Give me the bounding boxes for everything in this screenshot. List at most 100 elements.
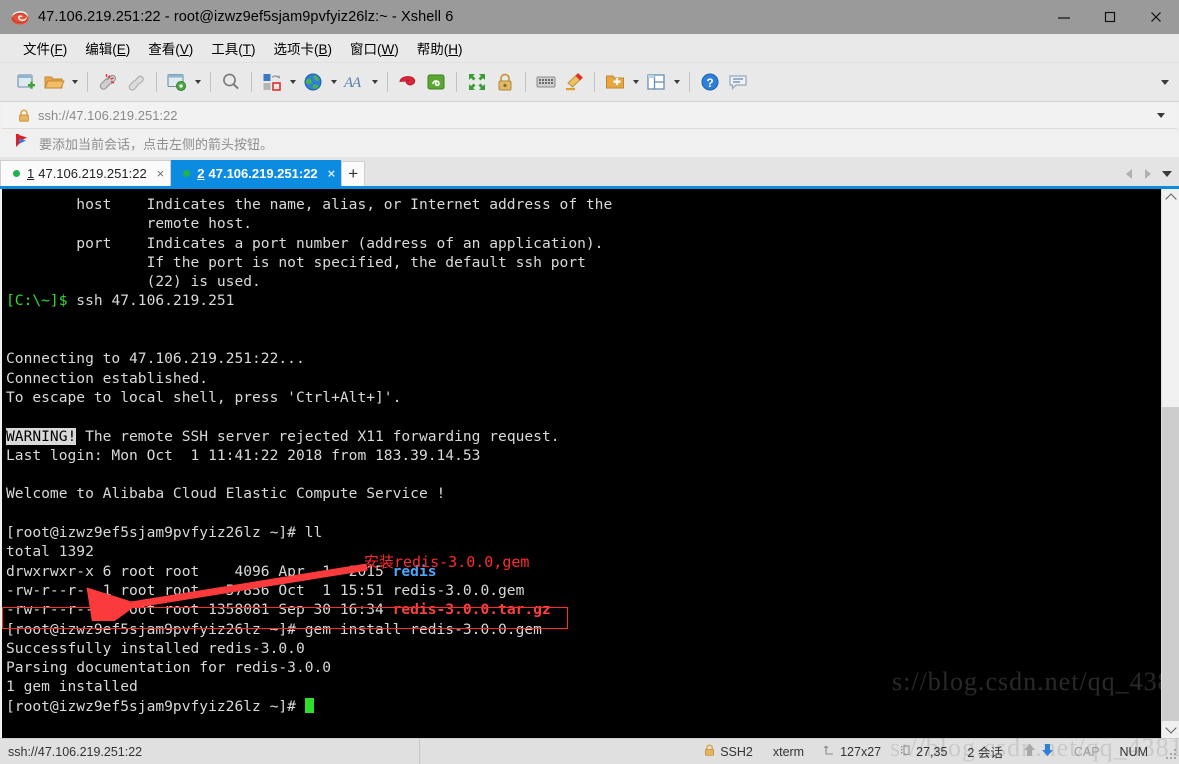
toolbar-separator: [525, 72, 526, 92]
terminal-text: WARNING!: [6, 427, 77, 445]
toolbar-overflow-button[interactable]: [1161, 63, 1169, 101]
tab-session-2[interactable]: 2 47.106.219.251:22 ×: [171, 160, 342, 186]
tab-session-1[interactable]: 1 47.106.219.251:22 ×: [0, 160, 172, 186]
terminal-text: total 1392: [6, 543, 94, 561]
font-caret[interactable]: [368, 68, 381, 96]
window-controls: [1041, 0, 1179, 34]
transfer-file-icon[interactable]: [258, 68, 286, 96]
terminal-area: host Indicates the name, alias, or Inter…: [0, 189, 1179, 738]
close-button[interactable]: [1133, 0, 1179, 34]
scroll-up-button[interactable]: [1162, 189, 1179, 206]
terminal-line: [root@izwz9ef5sjam9pvfyiz26lz ~]#: [6, 697, 1161, 716]
scrollbar-track[interactable]: [1162, 206, 1179, 721]
terminal-text: host Indicates the name, alias, or Inter…: [6, 196, 613, 213]
feedback-icon[interactable]: [724, 68, 752, 96]
add-to-folder-icon[interactable]: [601, 68, 629, 96]
toolbar-separator: [87, 72, 88, 92]
terminal-line: Successfully installed redis-3.0.0: [6, 639, 1161, 658]
scrollbar-thumb[interactable]: [1162, 406, 1179, 721]
globe-icon[interactable]: [299, 68, 327, 96]
terminal-line: To escape to local shell, press 'Ctrl+Al…: [6, 388, 1161, 407]
terminal-line: [root@izwz9ef5sjam9pvfyiz26lz ~]# ll: [6, 523, 1161, 542]
status-url: ssh://47.106.219.251:22: [0, 739, 420, 764]
menu-view[interactable]: 查看(V): [139, 35, 202, 61]
terminal-text: drwxrwxr-x 6 root root 4096 Apr 1 2015: [6, 562, 393, 580]
toolbar-separator: [594, 72, 595, 92]
terminal-text: redis: [392, 562, 437, 580]
layout-caret[interactable]: [670, 68, 683, 96]
tab-2-close-icon[interactable]: ×: [318, 167, 336, 180]
tab-1-label: 47.106.219.251:22: [38, 166, 147, 181]
find-icon[interactable]: [217, 68, 245, 96]
bookmark-flag-icon: [14, 132, 31, 154]
terminal-line: remote host.: [6, 214, 1161, 233]
terminal-line: (22) is used.: [6, 272, 1161, 291]
window-title: 47.106.219.251:22 - root@izwz9ef5sjam9pv…: [38, 9, 454, 25]
font-icon[interactable]: A A: [340, 68, 368, 96]
highlight-icon[interactable]: [560, 68, 588, 96]
terminal-line: -rw-r--r-- 1 root root 57856 Oct 1 15:51…: [6, 581, 1161, 600]
session-properties-icon[interactable]: [163, 68, 191, 96]
tab-1-close-icon[interactable]: ×: [147, 167, 165, 180]
terminal-text: To escape to local shell, press 'Ctrl+Al…: [6, 388, 402, 406]
lock-icon[interactable]: [491, 68, 519, 96]
terminal-line: If the port is not specified, the defaul…: [6, 253, 1161, 272]
help-icon[interactable]: ?: [696, 68, 724, 96]
transfer-file-caret[interactable]: [286, 68, 299, 96]
fullscreen-icon[interactable]: [463, 68, 491, 96]
reconnect-icon[interactable]: [122, 68, 150, 96]
terminal-text: The remote SSH server rejected X11 forwa…: [76, 427, 560, 445]
status-caps-lock: CAP: [1073, 744, 1100, 759]
session-properties-caret[interactable]: [191, 68, 204, 96]
terminal-line: drwxrwxr-x 6 root root 4096 Apr 1 2015 r…: [6, 562, 1161, 581]
terminal-line: 1 gem installed: [6, 677, 1161, 696]
tab-list-menu-icon[interactable]: [1158, 164, 1175, 184]
menu-file[interactable]: 文件(F): [14, 35, 76, 61]
menu-tools[interactable]: 工具(T): [202, 35, 264, 61]
new-tab-button[interactable]: +: [341, 161, 366, 186]
lock-icon: [18, 109, 30, 122]
terminal-text: 1 gem installed: [6, 678, 138, 696]
keyboard-icon[interactable]: [532, 68, 560, 96]
status-protocol-cell: SSH2: [694, 739, 763, 764]
scroll-down-button[interactable]: [1162, 721, 1179, 738]
open-folder-caret[interactable]: [68, 68, 81, 96]
add-to-folder-caret[interactable]: [629, 68, 642, 96]
xagent-icon[interactable]: [422, 68, 450, 96]
menu-help[interactable]: 帮助(H): [408, 35, 472, 61]
address-dropdown-button[interactable]: [1157, 102, 1165, 128]
maximize-button[interactable]: [1087, 0, 1133, 34]
menu-tools-key: T: [242, 42, 252, 57]
resize-icon: [823, 745, 835, 759]
status-size-cell: 127x27: [814, 739, 891, 764]
xftp-icon[interactable]: [394, 68, 422, 96]
menu-window[interactable]: 窗口(W): [341, 35, 408, 61]
resize-grip[interactable]: [1162, 745, 1176, 759]
terminal-text: Parsing documentation for redis-3.0.0: [6, 659, 332, 677]
address-bar[interactable]: ssh://47.106.219.251:22: [2, 102, 1177, 129]
layout-icon[interactable]: [642, 68, 670, 96]
status-bar: ssh://47.106.219.251:22 s://blog.csdn.ne…: [0, 733, 1179, 764]
globe-caret[interactable]: [327, 68, 340, 96]
toolbar-separator: [156, 72, 157, 92]
toolbar: A A ?: [0, 63, 1179, 102]
disconnect-icon[interactable]: [94, 68, 122, 96]
lock-icon: [704, 744, 715, 759]
toolbar-separator: [456, 72, 457, 92]
menu-edit[interactable]: 编辑(E): [76, 35, 139, 61]
menu-help-key: H: [448, 42, 459, 57]
terminal-output[interactable]: host Indicates the name, alias, or Inter…: [2, 189, 1161, 738]
terminal-scrollbar[interactable]: [1161, 189, 1179, 738]
prev-tab-arrow-icon[interactable]: [1120, 164, 1137, 184]
next-tab-arrow-icon[interactable]: [1139, 164, 1156, 184]
xshell-window: 47.106.219.251:22 - root@izwz9ef5sjam9pv…: [0, 0, 1179, 764]
open-folder-icon[interactable]: [40, 68, 68, 96]
menu-tabs[interactable]: 选项卡(B): [265, 35, 342, 61]
terminal-line: WARNING! The remote SSH server rejected …: [6, 427, 1161, 446]
new-session-icon[interactable]: [12, 68, 40, 96]
minimize-button[interactable]: [1041, 0, 1087, 34]
terminal-cursor: [304, 697, 314, 713]
terminal-line: Connecting to 47.106.219.251:22...: [6, 349, 1161, 368]
